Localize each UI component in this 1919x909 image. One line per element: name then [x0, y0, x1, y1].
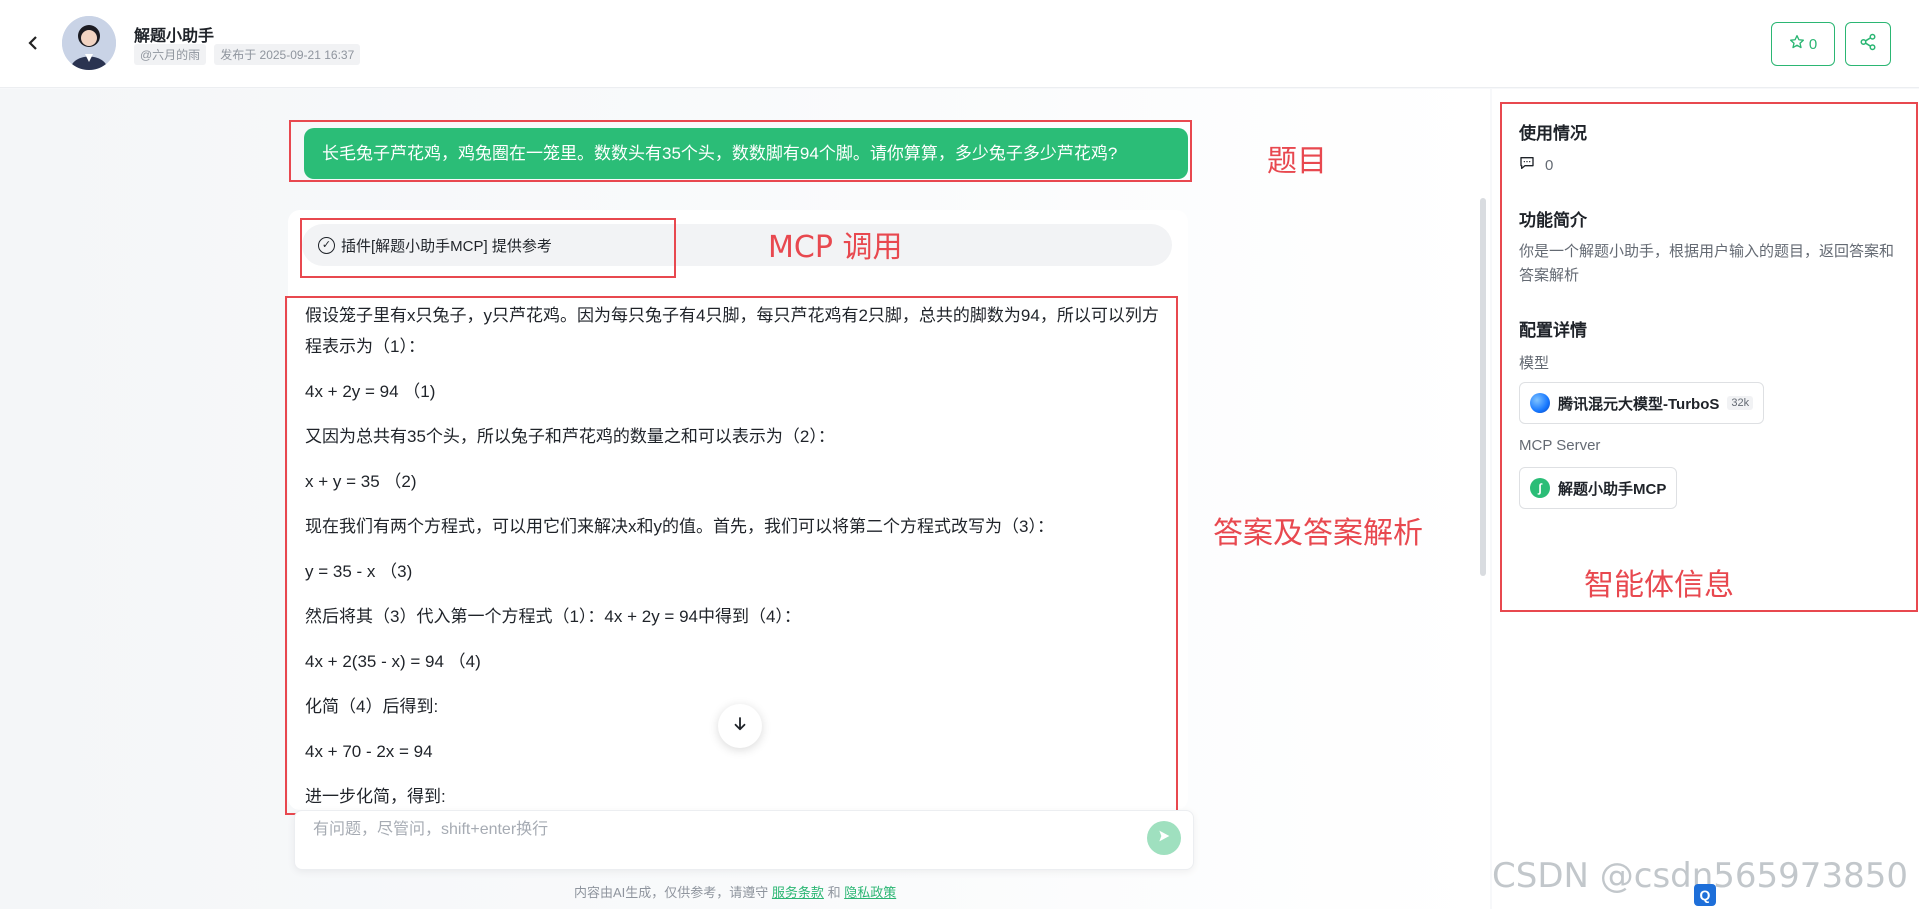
- mcp-server-name: 解题小助手MCP: [1558, 480, 1667, 498]
- chat-input[interactable]: [313, 817, 1113, 843]
- scrollbar[interactable]: [1480, 198, 1486, 576]
- scroll-to-bottom-button[interactable]: [718, 704, 762, 748]
- comment-count: 0: [1545, 156, 1554, 174]
- chevron-left-icon[interactable]: [26, 30, 42, 56]
- intro-text: 你是一个解题小助手，根据用户输入的题目，返回答案和答案解析: [1519, 243, 1895, 284]
- send-button[interactable]: [1147, 821, 1181, 855]
- mcp-server-label: MCP Server: [1519, 437, 1601, 454]
- annotation-question: 题目: [1267, 144, 1327, 179]
- annotation-agent-info: 智能体信息: [1584, 568, 1734, 603]
- usage-title: 使用情况: [1519, 124, 1587, 143]
- context-badge: 32k: [1727, 396, 1754, 410]
- star-icon: [1789, 34, 1805, 54]
- annotation-mcp: MCP 调用: [768, 230, 903, 265]
- and-text: 和: [827, 885, 841, 900]
- author-tag[interactable]: @六月的雨: [134, 44, 207, 65]
- publish-time-tag: 发布于 2025-09-21 16:37: [214, 44, 361, 65]
- floating-tool-icon[interactable]: Q: [1694, 884, 1716, 906]
- mcp-server-chip[interactable]: ∫ 解题小助手MCP: [1519, 467, 1678, 509]
- top-header: 解题小助手 @六月的雨 发布于 2025-09-21 16:37 0: [0, 0, 1919, 88]
- avatar: [62, 16, 116, 70]
- usage-stats: 0: [1519, 155, 1553, 175]
- chat-input-box[interactable]: [294, 810, 1194, 870]
- arrow-down-icon: [731, 715, 749, 738]
- hunyuan-logo-icon: [1530, 393, 1550, 413]
- send-icon: [1156, 828, 1172, 849]
- favorite-button[interactable]: 0: [1771, 22, 1835, 66]
- terms-link[interactable]: 服务条款: [772, 885, 824, 900]
- annotation-answer: 答案及答案解析: [1213, 516, 1423, 551]
- disclaimer: 内容由AI生成，仅供参考，请遵守 服务条款 和 隐私政策: [574, 882, 896, 901]
- mcp-logo-icon: ∫: [1530, 478, 1550, 498]
- app-title: 解题小助手: [134, 28, 215, 45]
- model-label: 模型: [1519, 355, 1550, 372]
- share-button[interactable]: [1845, 22, 1891, 66]
- model-chip[interactable]: 腾讯混元大模型-TurboS 32k: [1519, 382, 1765, 424]
- intro-title: 功能简介: [1519, 211, 1587, 230]
- mcp-annotation-box: [300, 218, 676, 278]
- config-title: 配置详情: [1519, 321, 1587, 340]
- comment-icon: [1519, 155, 1535, 175]
- agent-info-annotation-box: [1500, 102, 1918, 612]
- share-icon: [1859, 33, 1877, 55]
- disclaimer-text: 内容由AI生成，仅供参考，请遵守: [574, 885, 769, 900]
- privacy-link[interactable]: 隐私政策: [844, 885, 896, 900]
- model-name: 腾讯混元大模型-TurboS: [1558, 395, 1720, 413]
- question-annotation-box: [289, 120, 1192, 182]
- favorite-count: 0: [1808, 35, 1818, 53]
- meta-row: @六月的雨 发布于 2025-09-21 16:37: [134, 44, 361, 65]
